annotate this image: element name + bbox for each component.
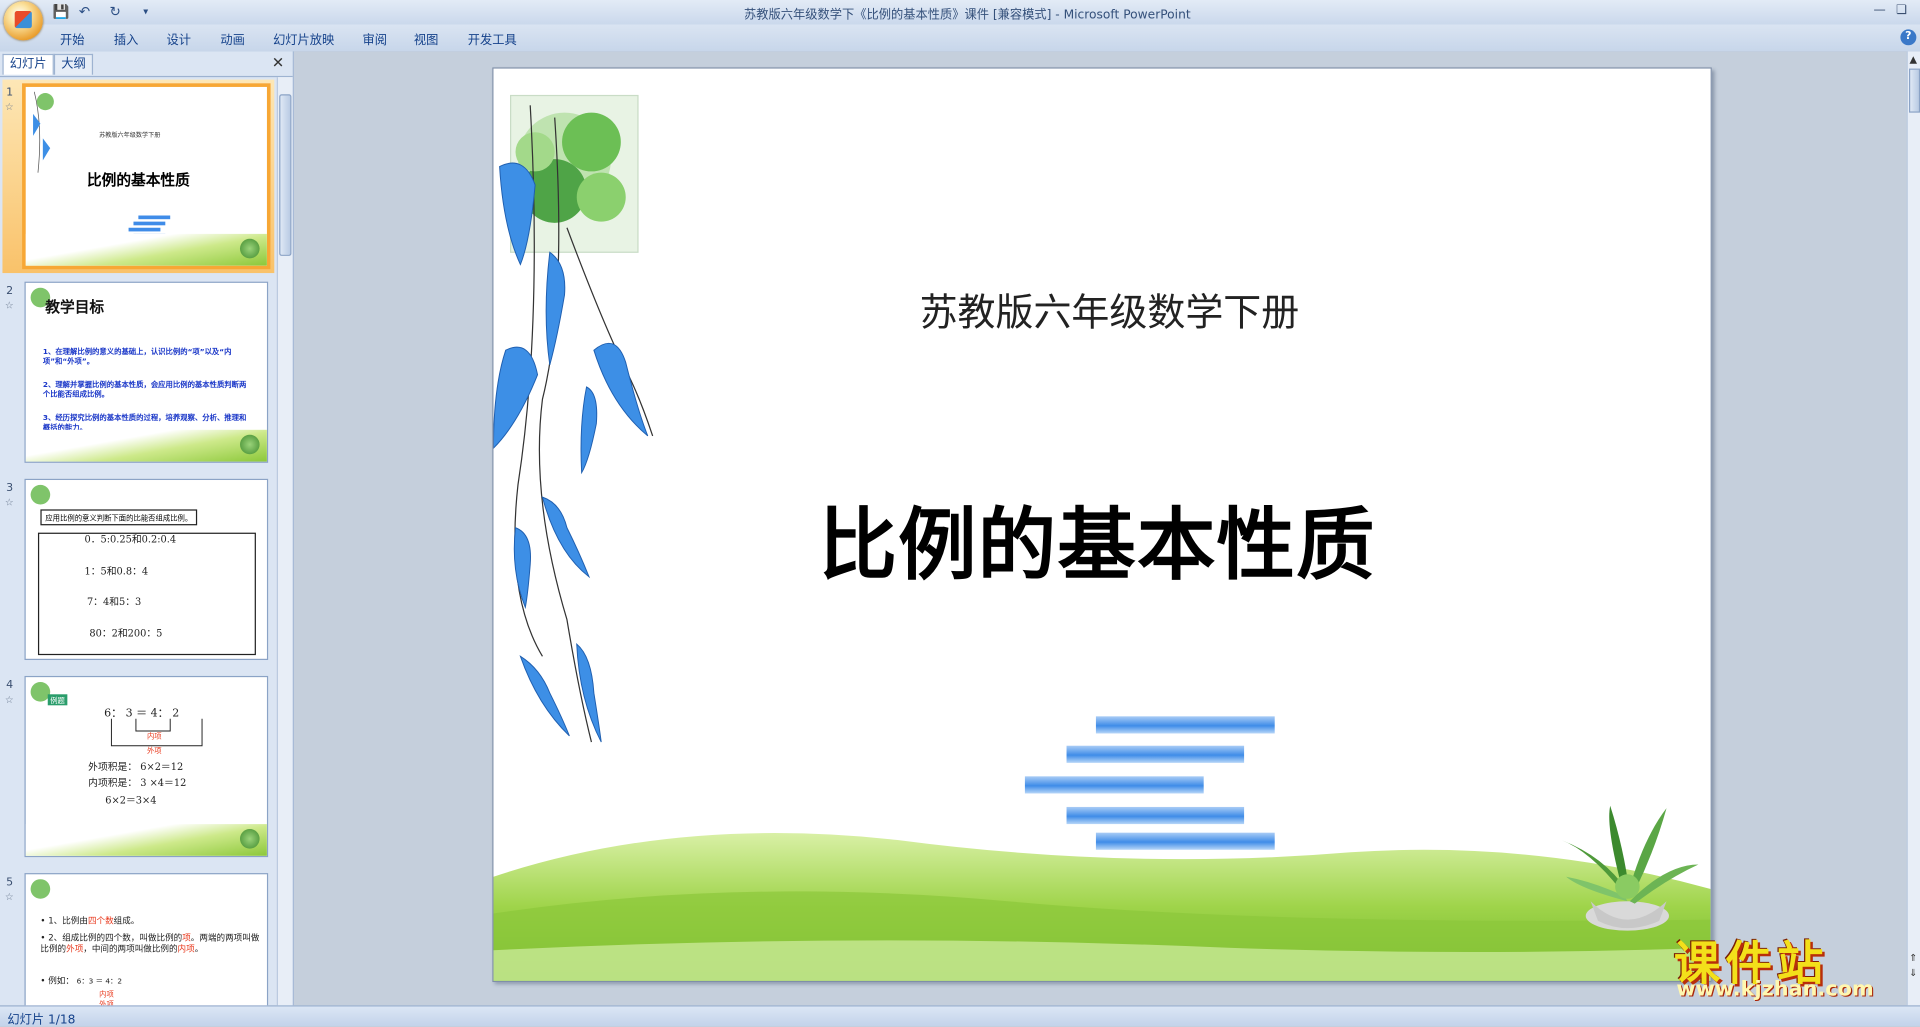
customize-toolbar-icon[interactable]: ▾ (137, 4, 154, 20)
close-icon[interactable]: ✕ (272, 54, 284, 71)
thumb-bullet: • 例如： 6：3 ＝ 4：2 (40, 975, 123, 986)
scroll-up-icon[interactable]: ▲ (1908, 54, 1919, 65)
outer-term-label: 外项 (99, 1000, 114, 1006)
thumbnail-list: 1 ☆ 苏教版六年级数学下册 比例的基本性质 2 ☆ 教学目标 1、在理解比例的… (0, 77, 277, 1006)
slide-number: 2 (6, 285, 14, 298)
tab-outline[interactable]: 大纲 (53, 53, 94, 75)
minimize-icon[interactable]: — (1871, 2, 1888, 19)
plant-pot-icon (240, 434, 260, 455)
example-badge: 例题 (47, 694, 68, 706)
plant-pot-icon (240, 238, 260, 259)
bar-decoration (128, 227, 161, 232)
editor-scrollbar-thumb[interactable] (1908, 68, 1920, 113)
tab-developer[interactable]: 开发工具 (468, 29, 517, 47)
thumb-line: 6×2＝3×4 (105, 794, 157, 806)
thumb-paragraph: 2、理解并掌握比例的基本性质，会应用比例的基本性质判断两个比能否组成比例。 (42, 380, 247, 400)
slide-canvas[interactable]: 苏教版六年级数学下册 比例的基本性质 (492, 67, 1712, 983)
animation-star-icon: ☆ (4, 694, 14, 706)
title-bar: 💾 ↶ ↻ ▾ 苏教版六年级数学下《比例的基本性质》课件 [兼容模式] - Mi… (0, 0, 1920, 25)
animation-star-icon: ☆ (4, 300, 14, 312)
grass-decoration (25, 233, 267, 266)
office-button[interactable] (3, 1, 43, 41)
slide-subtitle[interactable]: 苏教版六年级数学下册 (907, 282, 1311, 337)
thumb-bullet: • 1、比例由四个数组成。 (40, 915, 140, 926)
editor-scrollbar[interactable] (1906, 51, 1920, 1006)
slide-number: 4 (6, 679, 14, 692)
leaves-icon (30, 879, 51, 899)
undo-icon[interactable]: ↶ (76, 4, 93, 20)
slide-number: 5 (6, 876, 14, 889)
leaves-icon (30, 484, 51, 505)
thumb-line: 0．5:0.25和0.2:0.4 (84, 533, 177, 545)
save-icon[interactable]: 💾 (53, 4, 70, 20)
tab-design[interactable]: 设计 (167, 29, 191, 47)
bar-decoration (133, 221, 166, 226)
bar-decoration (1095, 716, 1275, 734)
plant-pot-icon (240, 828, 260, 849)
tab-home[interactable]: 开始 (60, 29, 84, 47)
slide-number: 1 (6, 86, 14, 100)
slide-thumbnail-1[interactable]: 苏教版六年级数学下册 比例的基本性质 (22, 83, 271, 270)
tab-slideshow[interactable]: 幻灯片放映 (273, 29, 334, 47)
thumb-heading: 教学目标 (45, 298, 105, 316)
tab-insert[interactable]: 插入 (114, 29, 138, 47)
thumb-title: 比例的基本性质 (86, 171, 190, 189)
thumb-line: 内项积是： 3 ×4＝12 (88, 777, 187, 789)
grass-decoration (493, 833, 1711, 981)
tab-slides[interactable]: 幻灯片 (2, 53, 54, 75)
thumb-line: 80：2和200：5 (89, 628, 163, 640)
tab-review[interactable]: 审阅 (362, 29, 386, 47)
grass-decoration (25, 824, 267, 856)
vine-leaves-image (493, 94, 654, 743)
thumb-line: 1：5和0.8：4 (84, 565, 149, 577)
office-logo-icon (14, 11, 32, 29)
potted-plant-image (1561, 805, 1699, 931)
thumb-label: 应用比例的意义判断下面的比能否组成比例。 (40, 509, 198, 526)
slide-number: 3 (6, 482, 14, 495)
leaves-icon (33, 91, 54, 173)
thumb-line: 外项积是： 6×2＝12 (88, 761, 184, 773)
slide-thumbnail-4[interactable]: 例题 6： 3 ＝ 4： 2 内项 外项 外项积是： 6×2＝12 内项积是： … (24, 675, 269, 858)
grass-decoration (25, 429, 267, 462)
thumb-line: 7：4和5：3 (86, 596, 142, 608)
redo-icon[interactable]: ↻ (107, 4, 124, 20)
slide-thumbnail-2[interactable]: 教学目标 1、在理解比例的意义的基础上，认识比例的“项”以及“内项”和“外项”。… (24, 281, 269, 463)
status-bar: 幻灯片 1/18 (0, 1005, 1920, 1027)
bar-decoration (1024, 776, 1204, 794)
inner-term-label: 内项 (146, 732, 162, 741)
thumb-subtitle: 苏教版六年级数学下册 (99, 132, 161, 140)
outer-term-label: 外项 (146, 746, 162, 756)
help-icon[interactable]: ? (1900, 29, 1917, 46)
thumb-paragraph: 1、在理解比例的意义的基础上，认识比例的“项”以及“内项”和“外项”。 (42, 347, 232, 367)
bar-decoration (1066, 745, 1245, 763)
slide-thumbnail-5[interactable]: • 1、比例由四个数组成。 • 2、组成比例的四个数，叫做比例的项。两端的两项叫… (24, 873, 269, 1006)
ribbon-tab-bar: 开始 插入 设计 动画 幻灯片放映 审阅 视图 开发工具 (0, 24, 1920, 53)
tab-view[interactable]: 视图 (414, 29, 438, 47)
watermark-url: www.kjzhan.com (1676, 977, 1874, 1002)
thumbnail-scrollbar-thumb[interactable] (279, 94, 292, 256)
animation-star-icon: ☆ (4, 891, 14, 903)
animation-star-icon: ☆ (4, 101, 14, 113)
slide-thumbnail-3[interactable]: 应用比例的意义判断下面的比能否组成比例。 0．5:0.25和0.2:0.4 1：… (24, 478, 269, 661)
restore-icon[interactable]: ❏ (1893, 2, 1910, 19)
slides-panel: 幻灯片 大纲 ✕ 1 ☆ 苏教版六年级数学下册 比例的基本性质 2 ☆ 教学目标… (0, 51, 294, 1006)
watermark-logo: 课件站 www.kjzhan.com (1669, 926, 1914, 1007)
slide-title[interactable]: 比例的基本性质 (816, 482, 1379, 595)
thumb-bullet: • 2、组成比例的四个数，叫做比例的项。两端的两项叫做比例的外项，中间的两项叫做… (40, 933, 260, 954)
animation-star-icon: ☆ (4, 497, 14, 509)
bar-decoration (138, 215, 171, 220)
slide-counter: 幻灯片 1/18 (7, 1013, 76, 1027)
tab-animations[interactable]: 动画 (220, 29, 244, 47)
panel-tab-bar: 幻灯片 大纲 ✕ (0, 51, 293, 78)
window-title: 苏教版六年级数学下《比例的基本性质》课件 [兼容模式] - Microsoft … (744, 8, 1191, 23)
